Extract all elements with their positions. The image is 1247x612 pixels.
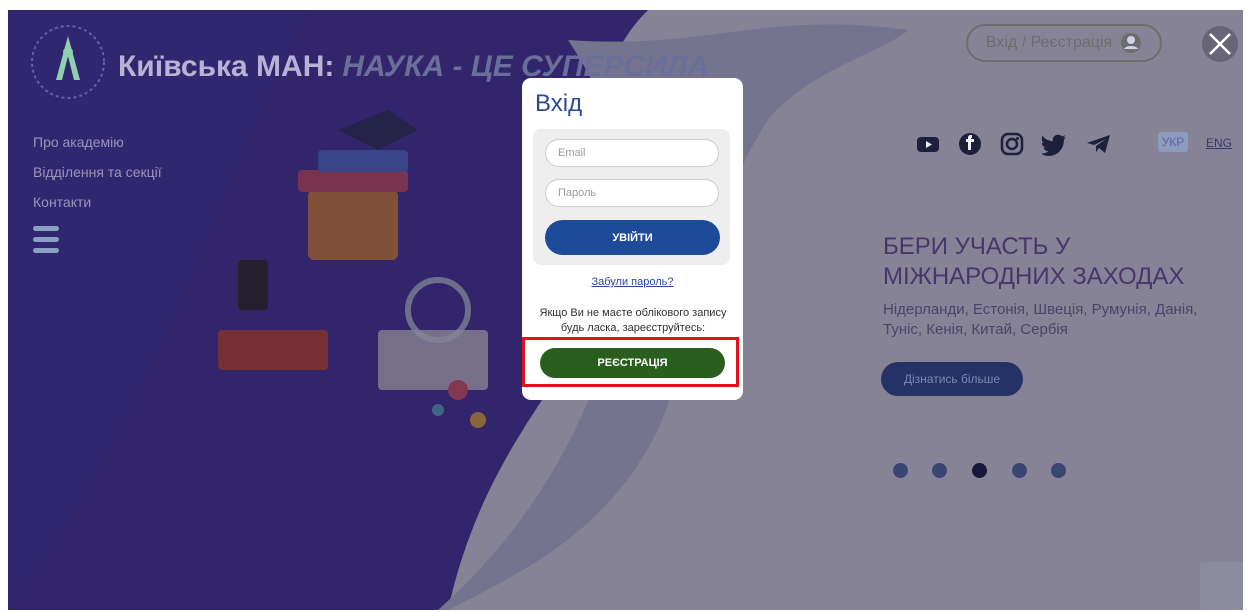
- sidebar-item-departments[interactable]: Відділення та секції: [33, 164, 162, 180]
- sidebar-item-contacts[interactable]: Контакти: [33, 194, 91, 210]
- user-icon: [1121, 33, 1142, 53]
- password-field[interactable]: [545, 179, 719, 207]
- login-form: УВІЙТИ: [533, 129, 730, 265]
- promo-title: БЕРИ УЧАСТЬ У МІЖНАРОДНИХ ЗАХОДАХ: [883, 233, 1185, 290]
- close-icon[interactable]: [1200, 24, 1240, 64]
- slider-dot-active[interactable]: [972, 463, 987, 478]
- lang-ukr[interactable]: УКР: [1158, 132, 1188, 152]
- login-modal: Вхід УВІЙТИ Забули пароль? Якщо Ви не ма…: [522, 78, 743, 400]
- modal-title: Вхід: [535, 90, 583, 117]
- login-register-label: Вхід / Реєстрація: [985, 34, 1113, 51]
- facebook-icon[interactable]: [958, 132, 982, 156]
- slider-dot[interactable]: [893, 463, 908, 478]
- twitter-icon[interactable]: [1042, 132, 1068, 156]
- no-account-text: Якщо Ви не маєте облікового запису будь …: [539, 307, 727, 334]
- login-register-button[interactable]: Вхід / Реєстрація: [966, 24, 1162, 62]
- youtube-icon[interactable]: [916, 132, 940, 156]
- forgot-password-link[interactable]: Забули пароль?: [522, 276, 743, 288]
- telegram-icon[interactable]: [1086, 132, 1112, 156]
- login-submit-button[interactable]: УВІЙТИ: [545, 220, 720, 255]
- sidebar-item-about[interactable]: Про академію: [33, 134, 124, 150]
- slider-dot[interactable]: [932, 463, 947, 478]
- promo-text: Нідерланди, Естонія, Швеція, Румунія, Да…: [883, 301, 1198, 338]
- hamburger-icon[interactable]: [33, 226, 59, 256]
- learn-more-button[interactable]: Дізнатись більше: [881, 362, 1023, 396]
- slider-dot[interactable]: [1051, 463, 1066, 478]
- brand-name: Київська МАН:: [118, 50, 335, 83]
- email-field[interactable]: [545, 139, 719, 167]
- lang-eng[interactable]: ENG: [1206, 136, 1232, 150]
- instagram-icon[interactable]: [1000, 132, 1024, 156]
- register-button[interactable]: РЕЄСТРАЦІЯ: [540, 348, 725, 378]
- logo-icon: [31, 25, 105, 99]
- recaptcha-badge[interactable]: [1200, 562, 1243, 610]
- slider-dot[interactable]: [1012, 463, 1027, 478]
